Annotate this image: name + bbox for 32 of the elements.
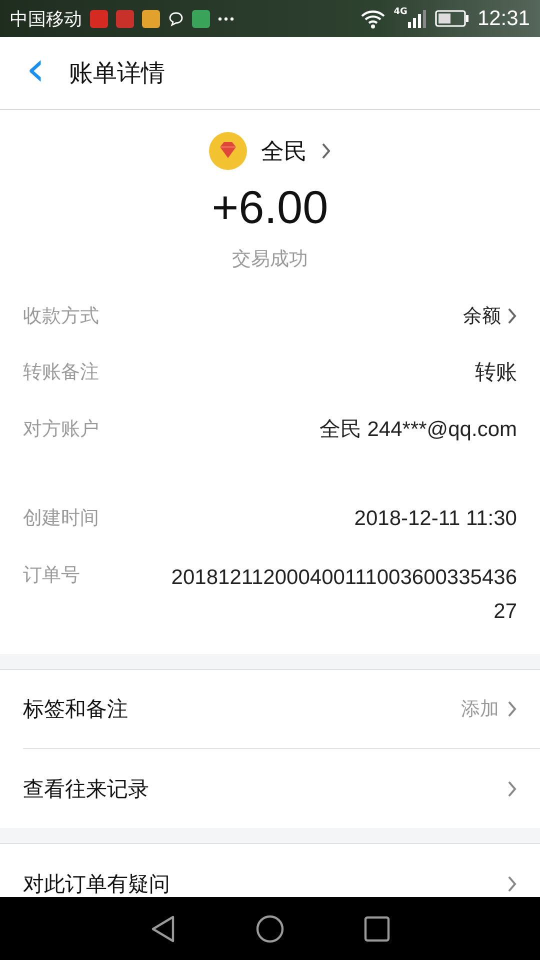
chevron-icon <box>507 700 517 718</box>
detail-value: 2018-12-11 11:30 <box>354 506 517 532</box>
battery-icon <box>435 10 470 27</box>
detail-label: 收款方式 <box>23 304 99 329</box>
menu-item[interactable]: 标签和备注 添加 <box>23 670 540 749</box>
detail-label: 订单号 <box>23 563 80 588</box>
network-type: 4G <box>394 6 408 16</box>
page-title: 账单详情 <box>69 58 166 89</box>
carrier-name: 中国移动 <box>10 8 82 30</box>
detail-label: 创建时间 <box>23 506 99 531</box>
chevron-icon <box>507 307 517 325</box>
detail-label: 对方账户 <box>23 417 99 442</box>
detail-value: 转账 <box>475 360 517 386</box>
chat-icon <box>168 10 184 26</box>
home-nav-icon[interactable] <box>256 914 284 942</box>
transaction-status: 交易成功 <box>232 247 308 272</box>
menu-item[interactable]: 查看往来记录 <box>23 749 540 828</box>
detail-label: 转账备注 <box>23 360 99 385</box>
recents-nav-icon[interactable] <box>364 916 390 942</box>
order-number: 20181211200040011100360033543627 <box>170 565 517 625</box>
amount: +6.00 <box>212 180 328 234</box>
chevron-icon <box>507 874 517 892</box>
chevron-icon <box>321 142 331 160</box>
back-nav-icon[interactable] <box>150 914 176 942</box>
merchant-link[interactable]: 全民 <box>209 132 331 170</box>
clock-time: 12:31 <box>477 6 530 30</box>
chevron-icon <box>507 780 517 798</box>
detail-link[interactable]: 余额 <box>463 302 517 330</box>
signal-icon <box>407 10 428 28</box>
detail-value: 全民 244***@qq.com <box>319 417 517 443</box>
more-icon <box>218 16 234 20</box>
wifi-icon <box>360 8 386 28</box>
